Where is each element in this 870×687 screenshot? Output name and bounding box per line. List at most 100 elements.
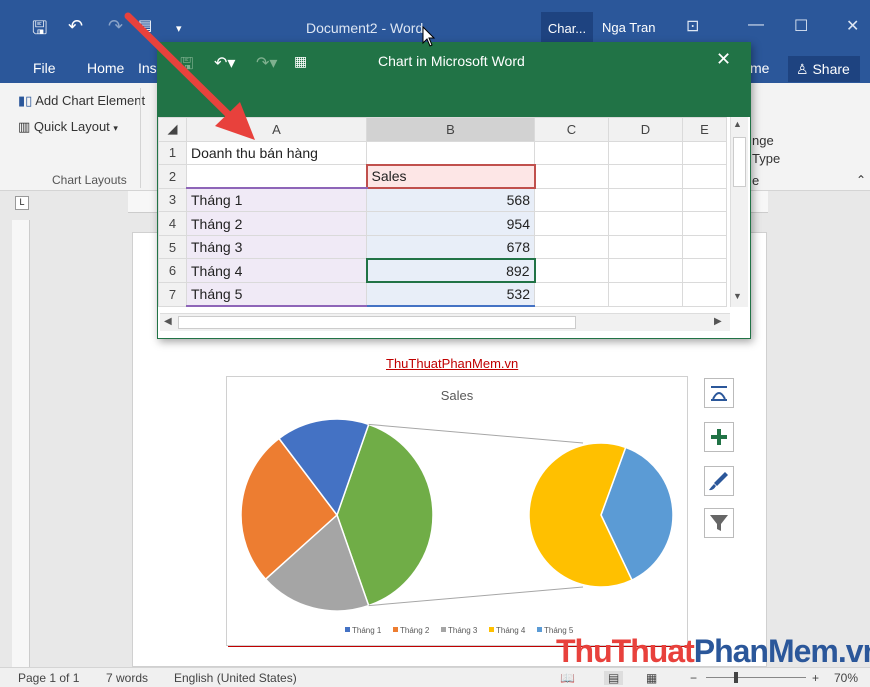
cell[interactable] (534, 281, 609, 307)
cell[interactable] (534, 140, 609, 166)
cell[interactable] (534, 164, 609, 189)
legend-swatch (537, 627, 542, 632)
cell[interactable] (608, 187, 683, 213)
cell[interactable] (534, 234, 609, 260)
quick-layout-button[interactable]: ▥ Quick Layout ▾ (18, 119, 118, 135)
chart-area[interactable]: Sales Tháng 1 Tháng 2 Tháng 3 Tháng 4 Tháng 5 (226, 376, 688, 646)
category-cell[interactable]: Tháng 5 (186, 281, 367, 307)
change-chart-type-partial-2[interactable]: Type (752, 151, 780, 166)
cell[interactable] (366, 140, 535, 166)
value-cell[interactable]: 532 (366, 281, 535, 307)
row-number[interactable]: 2 (158, 164, 187, 189)
cell[interactable] (608, 258, 683, 283)
cell[interactable] (682, 187, 727, 213)
vertical-scrollbar[interactable]: ▲ ▼ (730, 117, 748, 307)
cell[interactable] (608, 281, 683, 307)
change-chart-type-partial-1[interactable]: nge (752, 133, 774, 148)
minimize-icon[interactable]: — (748, 16, 764, 34)
row-number[interactable]: 3 (158, 187, 187, 213)
column-header-d[interactable]: D (608, 117, 683, 142)
cell[interactable] (682, 164, 727, 189)
brush-icon (709, 472, 728, 491)
legend-swatch (345, 627, 350, 632)
h-scroll-thumb[interactable] (178, 316, 576, 329)
red-arrow-annotation (124, 12, 255, 140)
word-count[interactable]: 7 words (106, 671, 148, 685)
cell[interactable] (608, 211, 683, 236)
scroll-left-icon[interactable]: ◀ (164, 316, 172, 327)
cell[interactable] (682, 140, 727, 166)
zoom-level[interactable]: 70% (834, 671, 858, 685)
zoom-out-icon[interactable]: − (690, 671, 697, 685)
row-number[interactable]: 7 (158, 281, 187, 307)
cell[interactable] (682, 211, 727, 236)
horizontal-scrollbar[interactable]: ◀ ▶ (160, 313, 730, 331)
tab-home[interactable]: Home (87, 60, 124, 76)
share-button[interactable]: ♙ Share (788, 56, 860, 82)
cell[interactable] (608, 164, 683, 189)
tab-file[interactable]: File (33, 60, 56, 76)
row-number[interactable]: 5 (158, 234, 187, 260)
cell[interactable] (534, 211, 609, 236)
quick-layout-icon: ▥ (18, 119, 31, 134)
chart-tools-tab[interactable]: Char... (541, 12, 593, 46)
column-header-b[interactable]: B (366, 117, 535, 142)
active-value-cell[interactable]: 892 (365, 257, 536, 284)
cell[interactable] (534, 187, 609, 213)
person-icon: ♙ (796, 61, 813, 77)
language-indicator[interactable]: English (United States) (174, 671, 297, 685)
cell[interactable] (608, 234, 683, 260)
chart-filters-button[interactable] (704, 508, 734, 538)
layout-options-button[interactable] (704, 378, 734, 408)
cell[interactable] (608, 140, 683, 166)
scroll-up-icon[interactable]: ▲ (733, 119, 742, 129)
web-layout-icon[interactable]: ▦ (646, 671, 657, 685)
cell[interactable] (534, 258, 609, 283)
value-cell[interactable]: 568 (366, 187, 535, 213)
value-cell[interactable]: 954 (366, 211, 535, 236)
print-layout-icon[interactable]: ▤ (604, 671, 624, 685)
legend-label: Tháng 1 (352, 626, 382, 635)
tab-selector-icon[interactable]: L (15, 196, 29, 210)
cell[interactable] (682, 258, 727, 283)
row-number[interactable]: 6 (158, 258, 187, 283)
user-name[interactable]: Nga Tran (602, 20, 655, 35)
scroll-down-icon[interactable]: ▼ (733, 291, 742, 301)
zoom-slider[interactable] (706, 677, 806, 678)
scroll-thumb[interactable] (733, 137, 746, 187)
close-icon[interactable]: ✕ (846, 16, 859, 36)
category-cell[interactable]: Tháng 2 (186, 211, 367, 236)
maximize-icon[interactable]: ☐ (794, 16, 808, 36)
table-row: 3 Tháng 1 568 (158, 187, 727, 213)
value-cell[interactable]: 678 (366, 234, 535, 260)
collapse-ribbon-icon[interactable]: ⌃ (856, 173, 866, 187)
group-label-chart-layouts: Chart Layouts (52, 173, 127, 187)
table-row: 7 Tháng 5 532 (158, 281, 727, 307)
column-header-c[interactable]: C (534, 117, 609, 142)
read-mode-icon[interactable]: 📖 (560, 671, 575, 685)
pie-of-pie-chart: SalesTháng 1 Tháng 2 Tháng 3 Tháng 4 Tháng 5 (240, 388, 674, 635)
zoom-slider-thumb[interactable] (734, 672, 738, 683)
scroll-right-icon[interactable]: ▶ (714, 316, 722, 327)
category-cell[interactable]: Tháng 3 (186, 234, 367, 260)
cell-b2[interactable]: Sales (365, 163, 536, 190)
edit-data-in-excel-icon[interactable]: ▦ (294, 53, 307, 70)
document-title: Document2 - Word (306, 20, 424, 36)
save-icon[interactable]: 🖫 (32, 16, 47, 46)
cell[interactable] (186, 164, 367, 190)
undo-icon[interactable]: ↶ (68, 16, 83, 37)
cell[interactable] (682, 234, 727, 260)
watermark-link: ThuThuatPhanMem.vn (386, 356, 519, 371)
tab-partial[interactable]: me (750, 60, 769, 76)
page-count[interactable]: Page 1 of 1 (18, 671, 79, 685)
category-cell[interactable]: Tháng 4 (186, 258, 367, 283)
close-icon[interactable]: ✕ (716, 49, 731, 70)
category-cell[interactable]: Tháng 1 (186, 187, 367, 213)
chart-styles-button[interactable] (704, 466, 734, 496)
chart-elements-button[interactable] (704, 422, 734, 452)
ribbon-display-icon[interactable]: ⊡ (686, 16, 699, 36)
column-header-e[interactable]: E (682, 117, 727, 142)
zoom-in-icon[interactable]: + (812, 671, 819, 685)
cell[interactable] (682, 281, 727, 307)
row-number[interactable]: 4 (158, 211, 187, 236)
